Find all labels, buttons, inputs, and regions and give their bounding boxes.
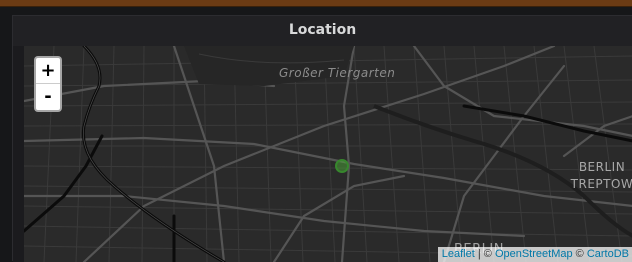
district-label-line2: TREPTOW — [570, 177, 632, 191]
map-attribution: Leaflet | © OpenStreetMap © CartoDB — [437, 247, 632, 262]
district-label: BERLIN TREPTOW — [557, 159, 632, 193]
location-panel: Location Großer Tiergarten BERLIN TREPTO… — [12, 15, 632, 262]
zoom-in-button[interactable]: + — [36, 58, 60, 84]
attribution-separator: | © — [474, 248, 495, 260]
panel-left-gutter — [13, 46, 24, 262]
zoom-out-button[interactable]: - — [36, 84, 60, 110]
park-label: Großer Tiergarten — [279, 66, 396, 80]
dashboard-area: Location Großer Tiergarten BERLIN TREPTO… — [0, 7, 632, 262]
leaflet-link[interactable]: Leaflet — [442, 248, 475, 260]
cartodb-link[interactable]: CartoDB — [587, 248, 629, 260]
panel-title[interactable]: Location — [13, 16, 632, 46]
location-marker[interactable] — [335, 159, 349, 173]
attribution-separator: © — [572, 248, 587, 260]
openstreetmap-link[interactable]: OpenStreetMap — [495, 248, 573, 260]
district-label-line1: BERLIN — [578, 160, 626, 174]
zoom-control: + - — [34, 56, 62, 112]
map-container[interactable]: Großer Tiergarten BERLIN TREPTOW BERLIN … — [24, 46, 632, 262]
top-header-strip — [0, 0, 632, 7]
